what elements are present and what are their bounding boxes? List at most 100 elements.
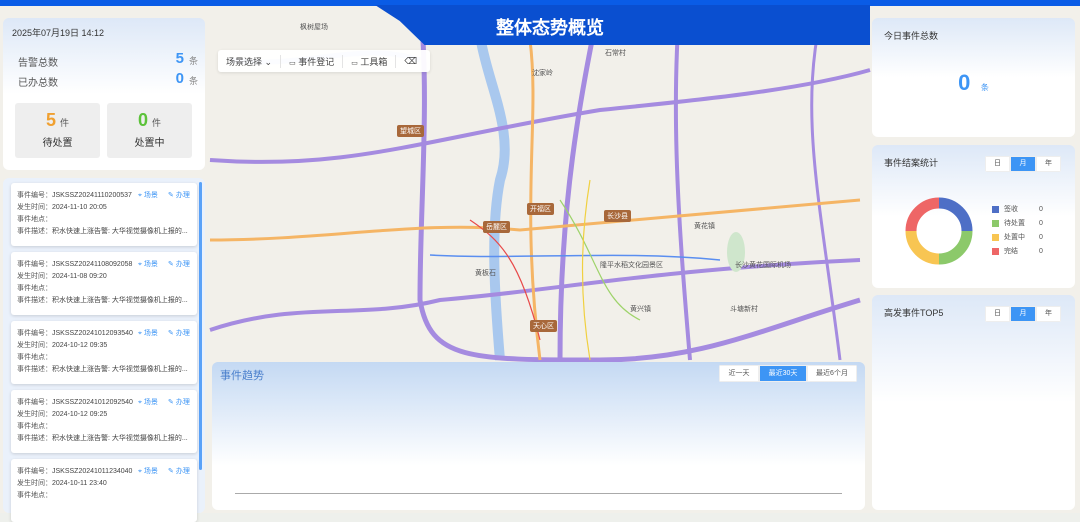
event-time: 发生时间：2024-11-08 09:20 <box>17 273 107 280</box>
map-label: 石常村 <box>605 50 626 57</box>
legend-value: 0 <box>1039 206 1043 213</box>
map-label: 沈家岭 <box>532 70 553 77</box>
datetime: 2025年07月19日 14:12 <box>12 28 105 38</box>
tab-6-months[interactable]: 最近6个月 <box>807 365 857 382</box>
handle-link[interactable]: ✎ 办理 <box>168 466 190 478</box>
scene-select-dropdown[interactable]: 场景选择 ⌄ <box>218 54 282 68</box>
event-time: 发生时间：2024-11-10 20:05 <box>17 204 107 211</box>
event-id: 事件编号：JSKSSZ20241110200537 <box>17 192 132 199</box>
event-id: 事件编号：JSKSSZ20241012093540 <box>17 330 133 337</box>
location-pin-icon: ⌖ <box>138 261 142 268</box>
legend-label: 签收 <box>1004 206 1018 213</box>
event-card[interactable]: 事件编号：JSKSSZ20241012093540 ⌖ 场景 ✎ 办理 发生时间… <box>11 321 197 384</box>
event-card[interactable]: 事件编号：JSKSSZ20241012092540 ⌖ 场景 ✎ 办理 发生时间… <box>11 390 197 453</box>
tab-day[interactable]: 日 <box>985 306 1010 322</box>
event-time: 发生时间：2024-10-12 09:35 <box>17 342 108 349</box>
handle-link[interactable]: ✎ 办理 <box>168 397 190 409</box>
today-title: 今日事件总数 <box>884 31 939 41</box>
event-id: 事件编号：JSKSSZ20241108092058 <box>17 261 133 268</box>
legend-item[interactable]: 签收 0 <box>992 203 1043 217</box>
tab-year[interactable]: 年 <box>1036 306 1061 322</box>
event-location: 事件地点： <box>17 285 52 292</box>
handle-link[interactable]: ✎ 办理 <box>168 328 190 340</box>
map-label: 黄兴镇 <box>630 306 651 313</box>
legend-label: 处置中 <box>1004 234 1025 241</box>
legend-value: 0 <box>1039 234 1043 241</box>
handle-link[interactable]: ✎ 办理 <box>168 259 190 271</box>
scene-link[interactable]: ⌖ 场景 <box>138 190 158 202</box>
tab-month[interactable]: 月 <box>1010 306 1036 322</box>
legend-item[interactable]: 完结 0 <box>992 245 1043 259</box>
closure-legend: 签收 0 待处置 0 处置中 0 完结 0 <box>992 203 1043 259</box>
top5-panel: 高发事件TOP5 日 月 年 <box>872 295 1075 510</box>
scene-link[interactable]: ⌖ 场景 <box>138 328 158 340</box>
location-pin-icon: ⌖ <box>138 330 142 337</box>
handle-link[interactable]: ✎ 办理 <box>168 190 190 202</box>
done-total-unit: 条 <box>188 76 198 86</box>
event-card[interactable]: 事件编号：JSKSSZ20241110200537 ⌖ 场景 ✎ 办理 发生时间… <box>11 183 197 246</box>
district-label: 岳麓区 <box>483 221 510 233</box>
folder-icon: ▭ <box>289 59 296 67</box>
map-label: 长沙黄花国际机场 <box>735 262 791 269</box>
scene-select-label: 场景选择 <box>226 56 263 67</box>
event-card[interactable]: 事件编号：JSKSSZ20241108092058 ⌖ 场景 ✎ 办理 发生时间… <box>11 252 197 315</box>
legend-swatch <box>992 219 999 227</box>
event-register-label: 事件登记 <box>298 56 335 67</box>
stats-panel: 2025年07月19日 14:12 告警总数 5 条 已办总数 0 条 5件 待… <box>3 18 205 170</box>
event-desc: 事件描述：积水快速上涨告警: 大华视觉摄像机上报的... <box>17 228 188 235</box>
tab-one-day[interactable]: 近一天 <box>719 365 759 382</box>
event-desc: 事件描述：积水快速上涨告警: 大华视觉摄像机上报的... <box>17 297 188 304</box>
edit-icon: ✎ <box>168 468 174 475</box>
legend-item[interactable]: 待处置 0 <box>992 217 1043 231</box>
legend-label: 完结 <box>1004 248 1018 255</box>
top5-tabs: 日 月 年 <box>985 306 1061 322</box>
edit-icon: ✎ <box>168 399 174 406</box>
scene-link[interactable]: ⌖ 场景 <box>138 466 158 478</box>
closure-tabs: 日 月 年 <box>985 156 1061 172</box>
processing-value: 0 <box>137 110 148 130</box>
event-desc: 事件描述：积水快速上涨告警: 大华视觉摄像机上报的... <box>17 366 188 373</box>
scene-link[interactable]: ⌖ 场景 <box>138 259 158 271</box>
event-register-button[interactable]: ▭ 事件登记 <box>281 54 344 68</box>
trend-panel: 事件趋势 近一天 最近30天 最近6个月 <box>212 362 865 510</box>
edit-icon: ✎ <box>168 192 174 199</box>
today-unit: 条 <box>980 83 989 92</box>
district-label: 开福区 <box>527 203 554 215</box>
event-list: 事件编号：JSKSSZ20241110200537 ⌖ 场景 ✎ 办理 发生时间… <box>3 178 205 522</box>
legend-value: 0 <box>1039 220 1043 227</box>
edit-icon: ✎ <box>168 261 174 268</box>
pending-box[interactable]: 5件 待处置 <box>15 103 100 158</box>
donut-slice-1 <box>938 230 973 265</box>
legend-item[interactable]: 处置中 0 <box>992 231 1043 245</box>
toolbox-label: 工具箱 <box>360 56 388 67</box>
eraser-icon: ⌫ <box>404 55 418 66</box>
donut-slice-2 <box>905 230 940 265</box>
tab-month[interactable]: 月 <box>1010 156 1036 172</box>
toolbox-button[interactable]: ▭ 工具箱 <box>343 54 397 68</box>
edit-icon: ✎ <box>168 330 174 337</box>
tab-year[interactable]: 年 <box>1036 156 1061 172</box>
x-axis <box>235 493 842 494</box>
tab-30-days[interactable]: 最近30天 <box>759 365 807 382</box>
alarm-total: 告警总数 5 条 <box>18 50 198 69</box>
done-total: 已办总数 0 条 <box>18 70 198 89</box>
clear-button[interactable]: ⌫ <box>396 56 425 67</box>
location-pin-icon: ⌖ <box>138 192 142 199</box>
district-label: 望城区 <box>397 125 424 137</box>
page-title: 整体态势概览 <box>496 18 604 38</box>
legend-swatch <box>992 247 999 255</box>
done-total-label: 已办总数 <box>18 78 58 89</box>
alarm-total-value: 5 <box>175 50 184 67</box>
processing-box[interactable]: 0件 处置中 <box>107 103 192 158</box>
legend-label: 待处置 <box>1004 220 1025 227</box>
event-location: 事件地点： <box>17 354 52 361</box>
trend-title: 事件趋势 <box>220 370 264 382</box>
legend-swatch <box>992 205 999 213</box>
location-pin-icon: ⌖ <box>138 399 142 406</box>
event-location: 事件地点： <box>17 216 52 223</box>
scrollbar[interactable] <box>199 182 202 470</box>
today-panel: 今日事件总数 0 条 <box>872 18 1075 137</box>
tab-day[interactable]: 日 <box>985 156 1010 172</box>
scene-link[interactable]: ⌖ 场景 <box>138 397 158 409</box>
map-label: 枫树屋场 <box>300 24 328 31</box>
